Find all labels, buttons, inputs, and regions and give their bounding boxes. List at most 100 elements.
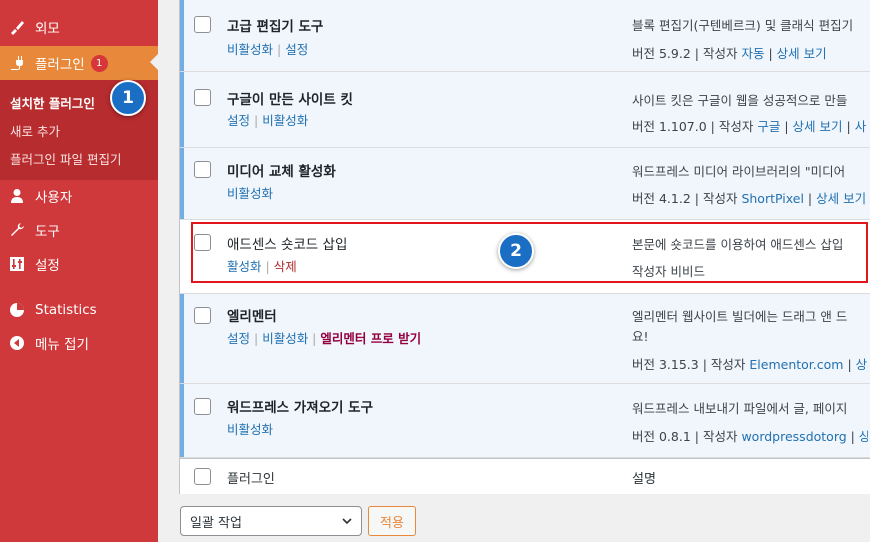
table-footer: 플러그인 설명 — [180, 458, 870, 494]
menu-item-settings[interactable]: 설정 — [0, 247, 158, 281]
apply-button[interactable]: 적용 — [368, 506, 416, 536]
plugin-meta: 버전 0.8.1 | 작성자 wordpressdotorg | 상세 — [632, 426, 868, 445]
menu-label: 설정 — [35, 258, 60, 274]
author-prefix: 작성자 — [702, 46, 738, 61]
plugin-checkbox[interactable] — [194, 398, 211, 415]
plugin-description-cont: 요! — [632, 329, 649, 344]
view-details-link[interactable]: 상세 — [859, 429, 868, 444]
active-indicator — [180, 148, 184, 219]
menu-item-collapse[interactable]: 메뉴 접기 — [0, 326, 158, 360]
plugin-row: 구글이 만든 사이트 킷 설정 | 비활성화 사이트 킷은 구글이 웹을 성공적… — [180, 72, 870, 148]
submenu-installed-plugins[interactable]: 설치한 플러그인 — [10, 93, 95, 112]
view-details-link[interactable]: 상세 보기 — [777, 46, 827, 61]
plugin-actions: 비활성화 — [227, 183, 273, 202]
menu-label: 메뉴 접기 — [35, 337, 89, 353]
author-prefix: 작성자 — [702, 191, 738, 206]
plugin-name: 엘리멘터 — [227, 309, 277, 325]
menu-item-users[interactable]: 사용자 — [0, 179, 158, 213]
version-text: 버전 4.1.2 — [632, 191, 691, 206]
version-text: 버전 5.9.2 — [632, 46, 691, 61]
version-text: 버전 1.107.0 — [632, 119, 707, 134]
plugin-checkbox[interactable] — [194, 307, 211, 324]
step-marker-2: 2 — [498, 233, 534, 269]
plugin-name: 구글이 만든 사이트 킷 — [227, 92, 353, 108]
plugin-name: 워드프레스 가져오기 도구 — [227, 400, 374, 416]
deactivate-link[interactable]: 비활성화 — [227, 422, 273, 437]
plugin-actions: 비활성화 | 설정 — [227, 42, 309, 57]
plugin-checkbox[interactable] — [194, 16, 211, 33]
plugin-actions: 비활성화 — [227, 419, 273, 438]
update-count-badge: 1 — [90, 54, 108, 72]
version-text: 버전 0.8.1 — [632, 429, 691, 444]
current-menu-arrow — [150, 53, 159, 71]
author-prefix: 작성자 — [710, 357, 746, 372]
plugin-actions: 설정 | 비활성화 | 엘리멘터 프로 받기 — [227, 331, 422, 346]
plugin-meta: 버전 3.15.3 | 작성자 Elementor.com | 상세 — [632, 354, 868, 373]
settings-link[interactable]: 설정 — [285, 42, 308, 57]
author-prefix: 작성자 — [702, 429, 738, 444]
active-indicator — [180, 384, 184, 457]
author-link[interactable]: 구글 — [757, 119, 780, 134]
menu-item-plugins[interactable]: 플러그인 1 — [0, 46, 158, 80]
plug-icon — [8, 54, 26, 72]
bulk-action-value: 일괄 작업 — [190, 515, 242, 531]
submenu-add-new[interactable]: 새로 추가 — [10, 121, 60, 140]
plugin-actions: 설정 | 비활성화 — [227, 113, 309, 128]
get-pro-link[interactable]: 엘리멘터 프로 받기 — [320, 331, 421, 346]
plugin-row: 엘리멘터 설정 | 비활성화 | 엘리멘터 프로 받기 엘리멘터 웹사이트 빌더… — [180, 294, 870, 384]
menu-label: 사용자 — [35, 190, 73, 206]
extra-link[interactable]: 사 — [855, 119, 867, 134]
submenu-plugin-editor[interactable]: 플러그인 파일 편집기 — [10, 149, 121, 168]
author-link[interactable]: ShortPixel — [741, 191, 803, 206]
plugin-checkbox[interactable] — [194, 161, 211, 178]
select-all-checkbox[interactable] — [194, 468, 211, 485]
plugin-meta: 버전 1.107.0 | 작성자 구글 | 상세 보기 | 사 — [632, 119, 867, 134]
plugin-row: 워드프레스 가져오기 도구 비활성화 워드프레스 내보내기 파일에서 글, 페이… — [180, 384, 870, 458]
plugin-row: 미디어 교체 활성화 비활성화 워드프레스 미디어 라이브러리의 "미디어 버전… — [180, 148, 870, 220]
column-header-plugin[interactable]: 플러그인 — [227, 468, 275, 487]
plugin-name: 미디어 교체 활성화 — [227, 164, 336, 180]
plugin-row: 고급 편집기 도구 비활성화 | 설정 블록 편집기(구텐베르크) 및 클래식 … — [180, 0, 870, 72]
step-marker-1: 1 — [110, 80, 146, 116]
settings-link[interactable]: 설정 — [227, 113, 250, 128]
author-link[interactable]: Elementor.com — [749, 357, 843, 372]
view-details-link[interactable]: 상세 — [856, 357, 868, 372]
author-link[interactable]: wordpressdotorg — [741, 429, 846, 444]
version-text: 버전 3.15.3 — [632, 357, 699, 372]
plugin-description: 워드프레스 내보내기 파일에서 글, 페이지 — [632, 401, 848, 416]
chevron-down-icon — [341, 515, 353, 531]
plugin-meta: 버전 5.9.2 | 작성자 자동 | 상세 보기 — [632, 46, 827, 61]
active-indicator — [180, 0, 184, 71]
deactivate-link[interactable]: 비활성화 — [262, 331, 308, 346]
plugin-description: 사이트 킷은 구글이 웹을 성공적으로 만들 — [632, 93, 848, 108]
active-indicator — [180, 294, 184, 383]
plugin-name: 고급 편집기 도구 — [227, 19, 324, 35]
menu-item-tools[interactable]: 도구 — [0, 213, 158, 247]
settings-link[interactable]: 설정 — [227, 331, 250, 346]
deactivate-link[interactable]: 비활성화 — [262, 113, 308, 128]
brush-icon — [8, 18, 26, 36]
menu-label: 플러그인 — [35, 57, 85, 73]
bulk-action-select[interactable]: 일괄 작업 — [180, 506, 362, 536]
plugin-meta: 버전 4.1.2 | 작성자 ShortPixel | 상세 보기 — [632, 191, 867, 206]
menu-item-appearance[interactable]: 외모 — [0, 10, 158, 44]
author-link[interactable]: 자동 — [741, 46, 764, 61]
deactivate-link[interactable]: 비활성화 — [227, 42, 273, 57]
plugin-description: 엘리멘터 웹사이트 빌더에는 드래그 앤 드 — [632, 309, 848, 324]
deactivate-link[interactable]: 비활성화 — [227, 186, 273, 201]
pie-chart-icon — [8, 301, 26, 319]
user-icon — [8, 187, 26, 205]
menu-item-statistics[interactable]: Statistics — [0, 293, 158, 327]
view-details-link[interactable]: 상세 보기 — [793, 119, 843, 134]
collapse-icon — [8, 334, 26, 352]
plugin-description: 블록 편집기(구텐베르크) 및 클래식 편집기 — [632, 18, 854, 33]
plugin-description: 워드프레스 미디어 라이브러리의 "미디어 — [632, 164, 846, 179]
settings-icon — [8, 255, 26, 273]
column-header-description: 설명 — [632, 472, 656, 487]
active-indicator — [180, 72, 184, 147]
view-details-link[interactable]: 상세 보기 — [816, 191, 866, 206]
author-prefix: 작성자 — [718, 119, 754, 134]
menu-label: 외모 — [35, 21, 60, 37]
wrench-icon — [8, 221, 26, 239]
plugin-checkbox[interactable] — [194, 89, 211, 106]
